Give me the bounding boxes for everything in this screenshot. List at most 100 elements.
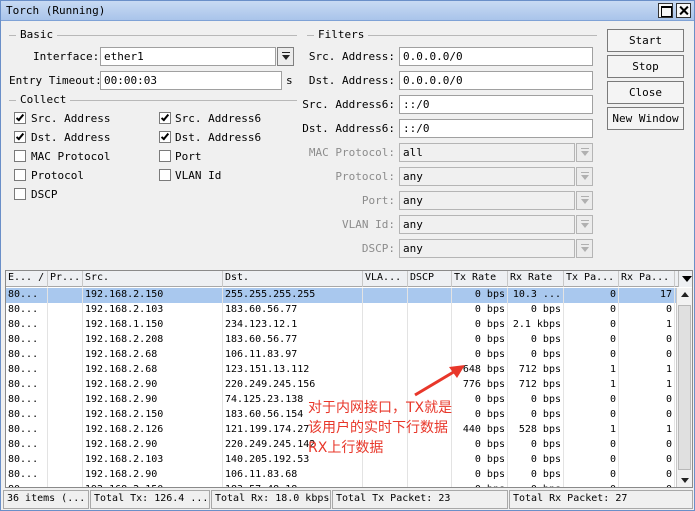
mac-protocol-checkbox[interactable] bbox=[14, 150, 26, 162]
col-rx-packets[interactable]: Rx Pa... bbox=[619, 271, 675, 287]
interface-dropdown-icon[interactable] bbox=[277, 47, 294, 66]
cell-tx-rate: 0 bps bbox=[452, 333, 508, 348]
table-row[interactable]: 80... 192.168.2.90 106.11.83.68 0 bps 0 bps 0… bbox=[6, 468, 676, 483]
entry-timeout-input[interactable]: 00:00:03 bbox=[100, 71, 282, 90]
start-button[interactable]: Start bbox=[607, 29, 684, 52]
scroll-down-icon[interactable] bbox=[677, 473, 692, 487]
cell-src: 192.168.2.208 bbox=[83, 333, 223, 348]
cell-tx-packets: 0 bbox=[564, 438, 619, 453]
filter-port-select[interactable]: any bbox=[399, 191, 575, 210]
cell-tx-rate: 0 bps bbox=[452, 303, 508, 318]
dscp-dropdown-icon[interactable] bbox=[576, 239, 593, 258]
maximize-icon[interactable] bbox=[658, 3, 673, 18]
cell-protocol bbox=[48, 378, 83, 393]
cell-tx-packets: 0 bbox=[564, 318, 619, 333]
table-row[interactable]: 80... 192.168.2.150183.57.48.18 0 bps0 bps… bbox=[6, 483, 676, 487]
cell-tx-rate: 0 bps bbox=[452, 408, 508, 423]
table-row[interactable]: 80... 192.168.1.150 234.123.12.1 0 bps 2.1 k… bbox=[6, 318, 676, 333]
cell-protocol bbox=[48, 408, 83, 423]
filter-vlan-id-select[interactable]: any bbox=[399, 215, 575, 234]
table-row[interactable]: 80... 192.168.2.103 183.60.56.77 0 bps 0 bps… bbox=[6, 303, 676, 318]
cell-tx-rate: 0 bps bbox=[452, 468, 508, 483]
cell-rx-packets: 0 bbox=[619, 453, 675, 468]
scroll-thumb[interactable] bbox=[678, 305, 691, 470]
cell-rx-packets: 1 bbox=[619, 318, 675, 333]
cell-rx-rate: 0 bps bbox=[508, 468, 564, 483]
col-src[interactable]: Src. bbox=[83, 271, 223, 287]
scroll-up-icon[interactable] bbox=[677, 288, 692, 302]
port-dropdown-icon[interactable] bbox=[576, 191, 593, 210]
table-row[interactable]: 80... 192.168.2.90 220.249.245.156 776 bps 7… bbox=[6, 378, 676, 393]
cell-dst: 183.57.48.18 bbox=[223, 483, 363, 487]
vertical-scrollbar[interactable] bbox=[676, 288, 692, 487]
col-dst[interactable]: Dst. bbox=[223, 271, 363, 287]
cell-protocol bbox=[48, 333, 83, 348]
dscp-checkbox[interactable] bbox=[14, 188, 26, 200]
cell-eth: 80... bbox=[6, 378, 48, 393]
protocol-dropdown-icon[interactable] bbox=[576, 167, 593, 186]
table-row[interactable]: 80... 192.168.2.208 183.60.56.77 0 bps 0 bps… bbox=[6, 333, 676, 348]
cell-tx-packets: 1 bbox=[564, 423, 619, 438]
col-protocol[interactable]: Pr... bbox=[48, 271, 83, 287]
vlan-id-dropdown-icon[interactable] bbox=[576, 215, 593, 234]
dst-address-checkbox[interactable] bbox=[14, 131, 26, 143]
cell-protocol bbox=[48, 483, 83, 487]
cell-eth: 80... bbox=[6, 468, 48, 483]
cell-tx-rate: 0 bps bbox=[452, 438, 508, 453]
protocol-checkbox[interactable] bbox=[14, 169, 26, 181]
table-row[interactable]: 80... 192.168.2.150 255.255.255.255 0 bps 10… bbox=[6, 288, 676, 303]
cell-src: 192.168.2.68 bbox=[83, 348, 223, 363]
cell-rx-packets: 0 bbox=[619, 393, 675, 408]
status-total-tx: Total Tx: 126.4 ... bbox=[90, 490, 210, 509]
cell-rx-rate: 2.1 kbps bbox=[508, 318, 564, 333]
cell-tx-packets: 0 bbox=[564, 348, 619, 363]
table-row[interactable]: 80... 192.168.2.68 106.11.83.97 0 bps 0 bps 0… bbox=[6, 348, 676, 363]
filter-protocol-select[interactable]: any bbox=[399, 167, 575, 186]
cell-rx-packets: 17 bbox=[619, 288, 675, 303]
src-address-checkbox[interactable] bbox=[14, 112, 26, 124]
cell-tx-packets: 0 bbox=[564, 408, 619, 423]
filter-dst-address6-label: Dst. Address6: bbox=[302, 122, 395, 135]
cell-rx-packets: 1 bbox=[619, 423, 675, 438]
col-tx-packets[interactable]: Tx Pa... bbox=[564, 271, 619, 287]
dst-address6-checkbox[interactable] bbox=[159, 131, 171, 143]
col-vlan[interactable]: VLA... bbox=[363, 271, 408, 287]
cell-rx-rate: 712 bps bbox=[508, 378, 564, 393]
cell-rx-rate: 0 bps bbox=[508, 348, 564, 363]
cell-src: 192.168.2.150 bbox=[83, 483, 223, 487]
cell-src: 192.168.2.90 bbox=[83, 438, 223, 453]
cell-src: 192.168.2.90 bbox=[83, 378, 223, 393]
col-eth[interactable]: E... / bbox=[6, 271, 48, 287]
cell-eth: 80... bbox=[6, 333, 48, 348]
cell-vlan bbox=[363, 363, 408, 378]
filter-dscp-select[interactable]: any bbox=[399, 239, 575, 258]
filter-dst-address-input[interactable]: 0.0.0.0/0 bbox=[399, 71, 593, 90]
col-dscp[interactable]: DSCP bbox=[408, 271, 452, 287]
interface-select[interactable]: ether1 bbox=[100, 47, 276, 66]
close-button[interactable]: Close bbox=[607, 81, 684, 104]
src-address6-checkbox[interactable] bbox=[159, 112, 171, 124]
new-window-button[interactable]: New Window bbox=[607, 107, 684, 130]
col-rx-rate[interactable]: Rx Rate bbox=[508, 271, 564, 287]
cell-src: 192.168.2.68 bbox=[83, 363, 223, 378]
filter-mac-protocol-label: MAC Protocol: bbox=[308, 146, 395, 159]
port-checkbox[interactable] bbox=[159, 150, 171, 162]
src-address6-label: Src. Address6 bbox=[175, 112, 262, 125]
filter-src-address6-input[interactable]: ::/0 bbox=[399, 95, 593, 114]
title-bar[interactable]: Torch (Running) bbox=[1, 1, 694, 21]
filter-dst-address6-input[interactable]: ::/0 bbox=[399, 119, 593, 138]
filter-mac-protocol-select[interactable]: all bbox=[399, 143, 575, 162]
filter-src-address-input[interactable]: 0.0.0.0/0 bbox=[399, 47, 593, 66]
cell-eth: 80... bbox=[6, 393, 48, 408]
entry-timeout-unit: s bbox=[286, 74, 293, 87]
cell-dscp bbox=[408, 468, 452, 483]
mac-protocol-dropdown-icon[interactable] bbox=[576, 143, 593, 162]
col-tx-rate[interactable]: Tx Rate bbox=[452, 271, 508, 287]
torch-window: Torch (Running) Basic Interface: ether1 … bbox=[0, 0, 695, 511]
stop-button[interactable]: Stop bbox=[607, 55, 684, 78]
close-icon[interactable] bbox=[676, 3, 691, 18]
cell-dscp bbox=[408, 318, 452, 333]
vlan-id-checkbox[interactable] bbox=[159, 169, 171, 181]
column-menu-icon[interactable] bbox=[678, 271, 692, 287]
table-row[interactable]: 80... 192.168.2.68 123.151.13.112 648 bps 71… bbox=[6, 363, 676, 378]
